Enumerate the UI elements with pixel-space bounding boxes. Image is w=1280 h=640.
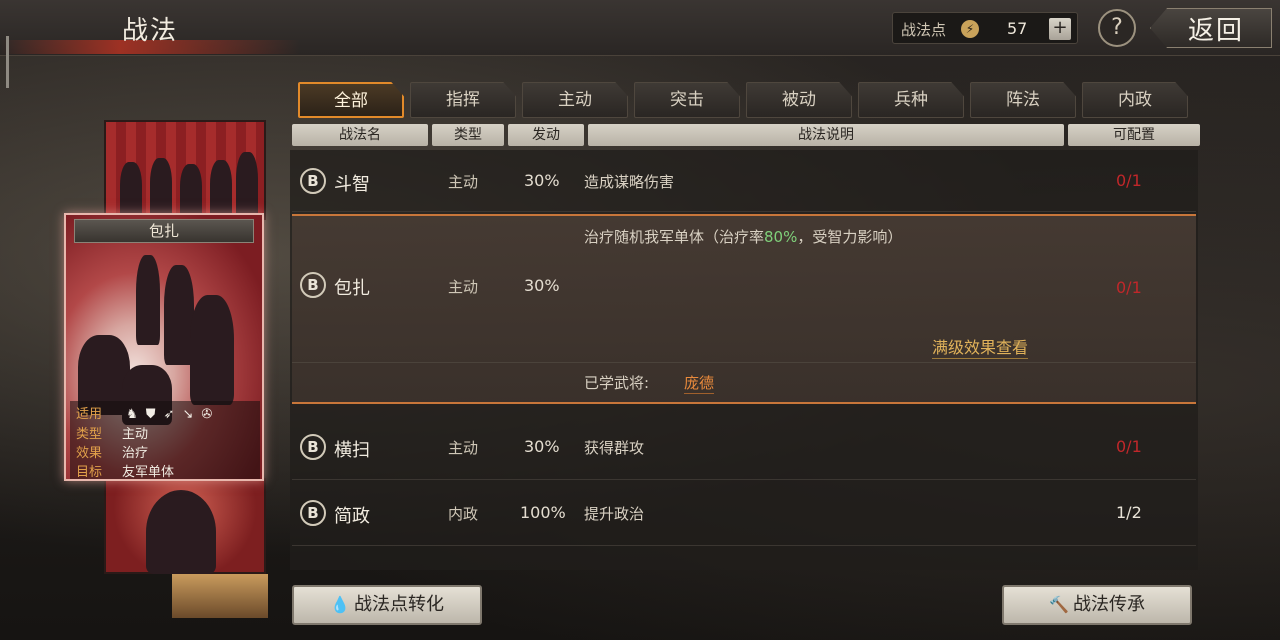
tactic-rate: 30%: [524, 276, 560, 295]
column-header-description: 战法说明: [588, 124, 1064, 146]
tab-all[interactable]: 全部: [298, 82, 404, 118]
info-key: 效果: [76, 446, 103, 461]
heal-rate-value: 80%: [764, 228, 798, 246]
divider: [292, 362, 1196, 363]
grade-badge: B: [300, 272, 326, 298]
back-label[interactable]: 返回: [1188, 10, 1244, 47]
column-header-name[interactable]: 战法名: [292, 124, 428, 146]
coin-icon: ⚡: [961, 20, 979, 38]
tactic-type: 内政: [448, 505, 479, 523]
tactic-description: 造成谋略伤害: [584, 173, 675, 191]
config-count: 1/2: [1116, 503, 1142, 522]
add-points-button[interactable]: +: [1049, 18, 1071, 40]
tactic-description: 获得群攻: [584, 439, 645, 457]
column-header-type[interactable]: 类型: [432, 124, 504, 146]
info-value: 友军单体: [122, 465, 175, 480]
hammer-icon: 🔨: [1049, 595, 1069, 614]
cavalry-icon: ♞: [126, 407, 138, 422]
config-count: 0/1: [1116, 171, 1142, 190]
tab-internal-affairs[interactable]: 内政: [1082, 82, 1188, 118]
tab-formation[interactable]: 阵法: [970, 82, 1076, 118]
soldier-silhouette: [150, 158, 172, 220]
tab-passive[interactable]: 被动: [746, 82, 852, 118]
tab-active[interactable]: 主动: [522, 82, 628, 118]
tactic-rate: 30%: [524, 437, 560, 456]
tab-assault[interactable]: 突击: [634, 82, 740, 118]
tactic-rate: 30%: [524, 171, 560, 190]
config-count: 0/1: [1116, 437, 1142, 456]
card-info-panel: 适用 ♞ ⛊ ➶ ↘ ✇ 类型 主动 效果 治疗 目标 友军单体: [70, 401, 260, 480]
tactic-description: 提升政治: [584, 505, 645, 523]
convert-points-button[interactable]: 💧 战法点转化: [292, 585, 482, 625]
soldier-silhouette: [210, 160, 232, 220]
column-header-configurable[interactable]: 可配置: [1068, 124, 1200, 146]
spear-icon: ↘: [182, 407, 194, 422]
soldier-silhouette: [136, 255, 160, 345]
card-name: 包扎: [74, 219, 254, 243]
grade-badge: B: [300, 500, 326, 526]
info-key: 适用: [76, 407, 103, 422]
inherit-tactic-label: 战法传承: [1072, 594, 1145, 615]
column-header-rate[interactable]: 发动: [508, 124, 584, 146]
tactic-rate: 100%: [520, 503, 566, 522]
table-row[interactable]: B 斗智 主动 30% 造成谋略伤害 0/1: [292, 152, 1196, 212]
learned-general-link[interactable]: 庞德: [684, 372, 715, 394]
description-text: 治疗随机我军单体（治疗率: [584, 228, 765, 246]
card-thumbnail-extra[interactable]: [172, 574, 268, 618]
points-label: 战法点: [901, 21, 947, 39]
soldier-silhouette: [236, 152, 258, 220]
points-drop-icon: 💧: [330, 595, 350, 614]
info-key: 类型: [76, 427, 103, 442]
card-thumbnail-top[interactable]: [104, 120, 266, 220]
help-button[interactable]: ?: [1098, 9, 1136, 47]
info-key: 目标: [76, 465, 103, 480]
card-thumbnail-bottom[interactable]: [104, 478, 266, 574]
wheel-icon: ✇: [201, 407, 213, 422]
points-value: 57: [1007, 19, 1028, 38]
tactic-name: 斗智: [334, 174, 370, 195]
bow-icon: ➶: [163, 407, 175, 422]
general-silhouette: [146, 490, 216, 574]
info-row-target: 目标 友军单体: [76, 461, 175, 480]
view-max-level-link[interactable]: 满级效果查看: [932, 334, 1029, 359]
description-text: ，受智力影响）: [797, 228, 903, 246]
inherit-tactic-button[interactable]: 🔨 战法传承: [1002, 585, 1192, 625]
grade-badge: B: [300, 168, 326, 194]
soldier-silhouette: [180, 164, 202, 220]
troop-icons: ♞ ⛊ ➶ ↘ ✇: [126, 407, 212, 422]
info-row-type: 类型 主动: [76, 423, 148, 442]
info-row-troops: 适用 ♞ ⛊ ➶ ↘ ✇: [76, 403, 212, 422]
tactic-type: 主动: [448, 173, 479, 191]
config-count: 0/1: [1116, 278, 1142, 297]
tactic-points-box: 战法点 ⚡ 57 +: [892, 12, 1078, 44]
info-value: 主动: [122, 427, 149, 442]
info-value: 治疗: [122, 446, 149, 461]
tactic-name: 横扫: [334, 440, 370, 461]
shield-icon: ⛊: [145, 407, 156, 422]
info-row-effect: 效果 治疗: [76, 442, 148, 461]
tactic-description: 治疗随机我军单体（治疗率80%，受智力影响）: [584, 226, 902, 247]
tactic-name: 包扎: [334, 278, 370, 299]
page-title: 战法: [122, 16, 179, 46]
table-row-selected[interactable]: B 包扎 主动 30% 治疗随机我军单体（治疗率80%，受智力影响） 0/1 满…: [292, 214, 1196, 404]
tab-command[interactable]: 指挥: [410, 82, 516, 118]
soldier-silhouette: [190, 295, 234, 405]
grade-badge: B: [300, 434, 326, 460]
learned-generals-label: 已学武将:: [584, 374, 650, 392]
tactic-name: 简政: [334, 506, 370, 527]
soldier-silhouette: [120, 162, 142, 220]
tab-troop[interactable]: 兵种: [858, 82, 964, 118]
tactic-type: 主动: [448, 278, 479, 296]
selected-tactic-card: 包扎 适用 ♞ ⛊ ➶ ↘ ✇ 类型 主动 效果 治疗 目标 友军单体: [64, 213, 264, 481]
table-row[interactable]: B 简政 内政 100% 提升政治 1/2: [292, 484, 1196, 546]
tactic-type: 主动: [448, 439, 479, 457]
convert-points-label: 战法点转化: [353, 594, 444, 615]
table-row[interactable]: B 横扫 主动 30% 获得群攻 0/1: [292, 418, 1196, 480]
scroll-indicator: [6, 36, 9, 88]
